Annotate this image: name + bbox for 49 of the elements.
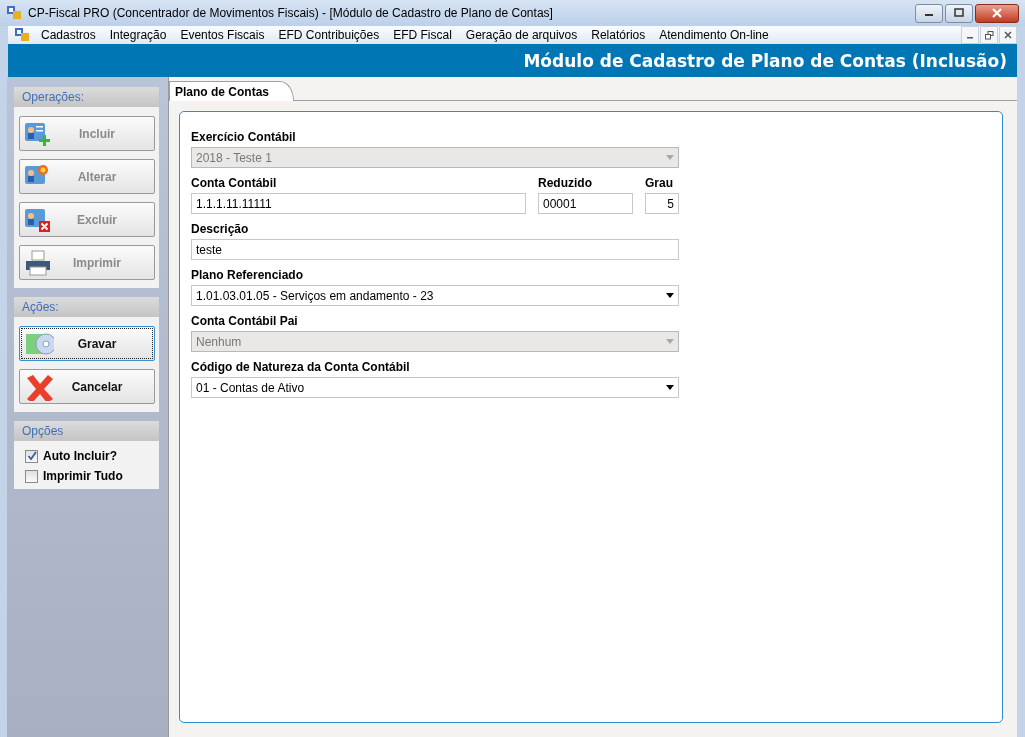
dropdown-arrow-icon — [666, 385, 674, 390]
cancel-button[interactable]: Cancelar — [19, 369, 155, 404]
app-icon — [6, 5, 22, 21]
menu-item[interactable]: Geração de arquivos — [458, 28, 585, 42]
checkbox[interactable] — [25, 449, 38, 463]
restore-button[interactable] — [980, 26, 998, 44]
menu-item[interactable]: Atendimento On-line — [652, 28, 776, 42]
input-field[interactable]: 5 — [645, 193, 679, 214]
menu-item[interactable]: Cadastros — [34, 28, 103, 42]
input-field[interactable]: 00001 — [538, 193, 633, 214]
dropdown[interactable]: 1.01.03.01.05 - Serviços em andamento - 23 — [191, 285, 679, 306]
section-header: Ações: — [14, 297, 159, 317]
menu-item[interactable]: EFD Fiscal — [386, 28, 459, 42]
menu-item[interactable]: Eventos Fiscais — [173, 28, 272, 42]
field-label: Reduzido — [538, 176, 593, 191]
maximize-button[interactable] — [945, 3, 973, 23]
field-label: Grau — [645, 176, 674, 191]
dropdown-arrow-icon — [666, 293, 674, 298]
module-title: Módulo de Cadastro de Plano de Contas (Inclusão) — [523, 50, 1007, 71]
checkbox[interactable] — [25, 469, 38, 483]
field-label: Conta Contábil Pai — [191, 314, 299, 329]
close-icon — [1004, 31, 1012, 39]
dropdown-arrow-icon — [666, 155, 674, 160]
input-field[interactable]: 1.1.1.11.11111 — [191, 193, 526, 214]
field-label: Conta Contábil — [191, 176, 278, 191]
field-label: Plano Referenciado — [191, 268, 305, 283]
dropdown[interactable]: 01 - Contas de Ativo — [191, 377, 679, 398]
dropdown-arrow-icon — [666, 339, 674, 344]
field-label: Código de Natureza da Conta Contábil — [191, 360, 411, 375]
close-button[interactable] — [975, 3, 1019, 23]
tab[interactable]: Plano de Contas — [169, 81, 294, 101]
section-header: Opções — [14, 421, 159, 441]
window-title: CP-Fiscal PRO (Concentrador de Movimentos Fiscais) - [Módulo de Cadastro de Plano de Contas] — [28, 6, 553, 20]
field-label: Exercício Contábil — [191, 130, 297, 145]
restore-icon — [984, 30, 994, 40]
minimize-button[interactable] — [915, 3, 943, 23]
menu-item[interactable]: Relatórios — [584, 28, 653, 42]
menu-item[interactable]: Integração — [102, 28, 174, 42]
input-field[interactable]: teste — [191, 239, 679, 260]
checkbox-label[interactable]: Imprimir Tudo — [43, 469, 123, 483]
cross-icon — [24, 372, 54, 401]
save-button[interactable]: Gravar — [19, 326, 155, 361]
close-icon — [991, 8, 1003, 18]
checkbox-label[interactable]: Auto Incluir? — [43, 449, 117, 463]
section-header: Operações: — [14, 87, 159, 107]
field-label: Descrição — [191, 222, 250, 237]
menu-item[interactable]: EFD Contribuições — [271, 28, 387, 42]
app-icon — [14, 27, 30, 43]
maximize-icon — [954, 8, 964, 18]
